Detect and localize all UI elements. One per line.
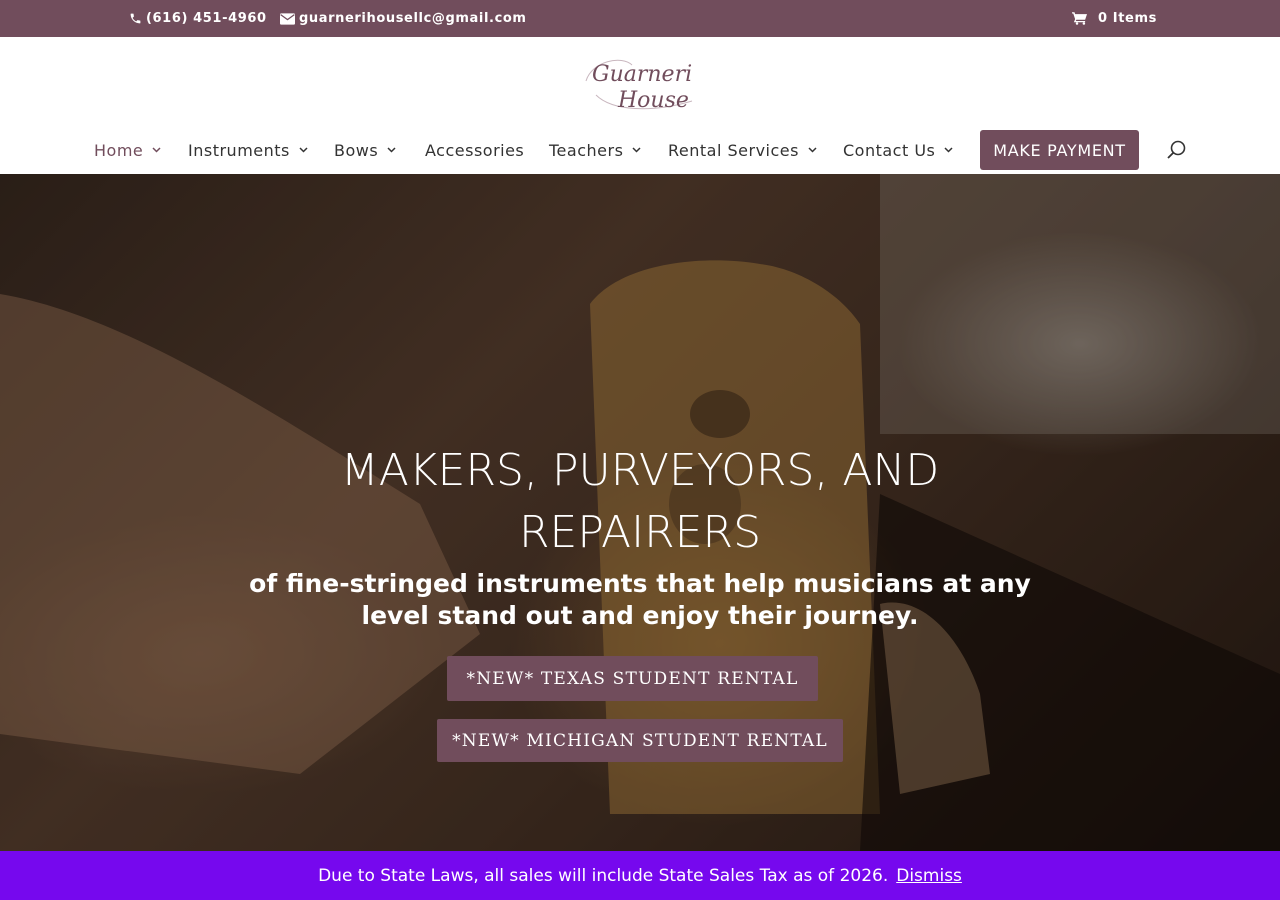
site-logo[interactable]: Guarneri House xyxy=(582,51,700,117)
main-nav: Home Instruments Bows Accessories Teache… xyxy=(0,130,1280,170)
hero-section: MAKERS, PURVEYORS, AND REPAIRERS of fine… xyxy=(0,174,1280,851)
chevron-down-icon xyxy=(944,147,953,153)
email-link[interactable]: guarnerihousellc@gmail.com xyxy=(280,0,527,37)
nav-bows[interactable]: Bows xyxy=(334,130,396,170)
site-header: Guarneri House Home Instruments Bows Acc… xyxy=(0,37,1280,174)
nav-rental-services-label: Rental Services xyxy=(668,140,799,160)
nav-teachers[interactable]: Teachers xyxy=(549,130,641,170)
envelope-icon xyxy=(280,12,295,25)
phone-link[interactable]: (616) 451-4960 xyxy=(129,0,267,37)
hero-title-line2: REPAIRERS xyxy=(518,507,762,558)
nav-accessories-label: Accessories xyxy=(425,140,525,160)
search-icon[interactable] xyxy=(1166,139,1188,161)
phone-number: (616) 451-4960 xyxy=(146,11,267,26)
chevron-down-icon xyxy=(632,147,641,153)
texas-student-rental-button[interactable]: *NEW* TEXAS STUDENT RENTAL xyxy=(447,656,818,701)
nav-accessories[interactable]: Accessories xyxy=(425,130,524,170)
hero-title-line1: MAKERS, PURVEYORS, AND xyxy=(340,445,940,496)
nav-bows-label: Bows xyxy=(334,140,379,160)
nav-contact-us[interactable]: Contact Us xyxy=(843,130,953,170)
hero-title: MAKERS, PURVEYORS, AND REPAIRERS xyxy=(300,440,980,564)
nav-teachers-label: Teachers xyxy=(549,140,624,160)
make-payment-button[interactable]: MAKE PAYMENT xyxy=(980,130,1139,170)
chevron-down-icon xyxy=(808,147,817,153)
chevron-down-icon xyxy=(387,147,396,153)
top-bar: (616) 451-4960 guarnerihousellc@gmail.co… xyxy=(0,0,1280,37)
store-notice-bar: Due to State Laws, all sales will includ… xyxy=(0,851,1280,900)
cart-icon xyxy=(1072,12,1087,25)
nav-home[interactable]: Home xyxy=(94,130,161,170)
store-notice-text: Due to State Laws, all sales will includ… xyxy=(318,865,889,886)
hero-subtitle-line1: of fine-stringed instruments that help m… xyxy=(249,569,1031,598)
nav-rental-services[interactable]: Rental Services xyxy=(668,130,817,170)
michigan-student-rental-button[interactable]: *NEW* MICHIGAN STUDENT RENTAL xyxy=(437,719,843,762)
svg-text:Guarneri: Guarneri xyxy=(592,62,692,87)
nav-instruments-label: Instruments xyxy=(188,140,290,160)
email-address: guarnerihousellc@gmail.com xyxy=(299,11,527,26)
hero-subtitle: of fine-stringed instruments that help m… xyxy=(240,568,1040,632)
nav-instruments[interactable]: Instruments xyxy=(188,130,308,170)
svg-text:House: House xyxy=(617,88,689,113)
chevron-down-icon xyxy=(152,147,161,153)
cart-count: 0 Items xyxy=(1098,11,1157,26)
dismiss-link[interactable]: Dismiss xyxy=(896,866,962,886)
chevron-down-icon xyxy=(299,147,308,153)
nav-home-label: Home xyxy=(94,140,144,160)
cart-link[interactable]: 0 Items xyxy=(1072,0,1157,37)
nav-contact-us-label: Contact Us xyxy=(843,140,936,160)
hero-subtitle-line2: level stand out and enjoy their journey. xyxy=(361,601,919,630)
phone-icon xyxy=(129,12,142,25)
logo-graphic: Guarneri House xyxy=(585,59,693,113)
